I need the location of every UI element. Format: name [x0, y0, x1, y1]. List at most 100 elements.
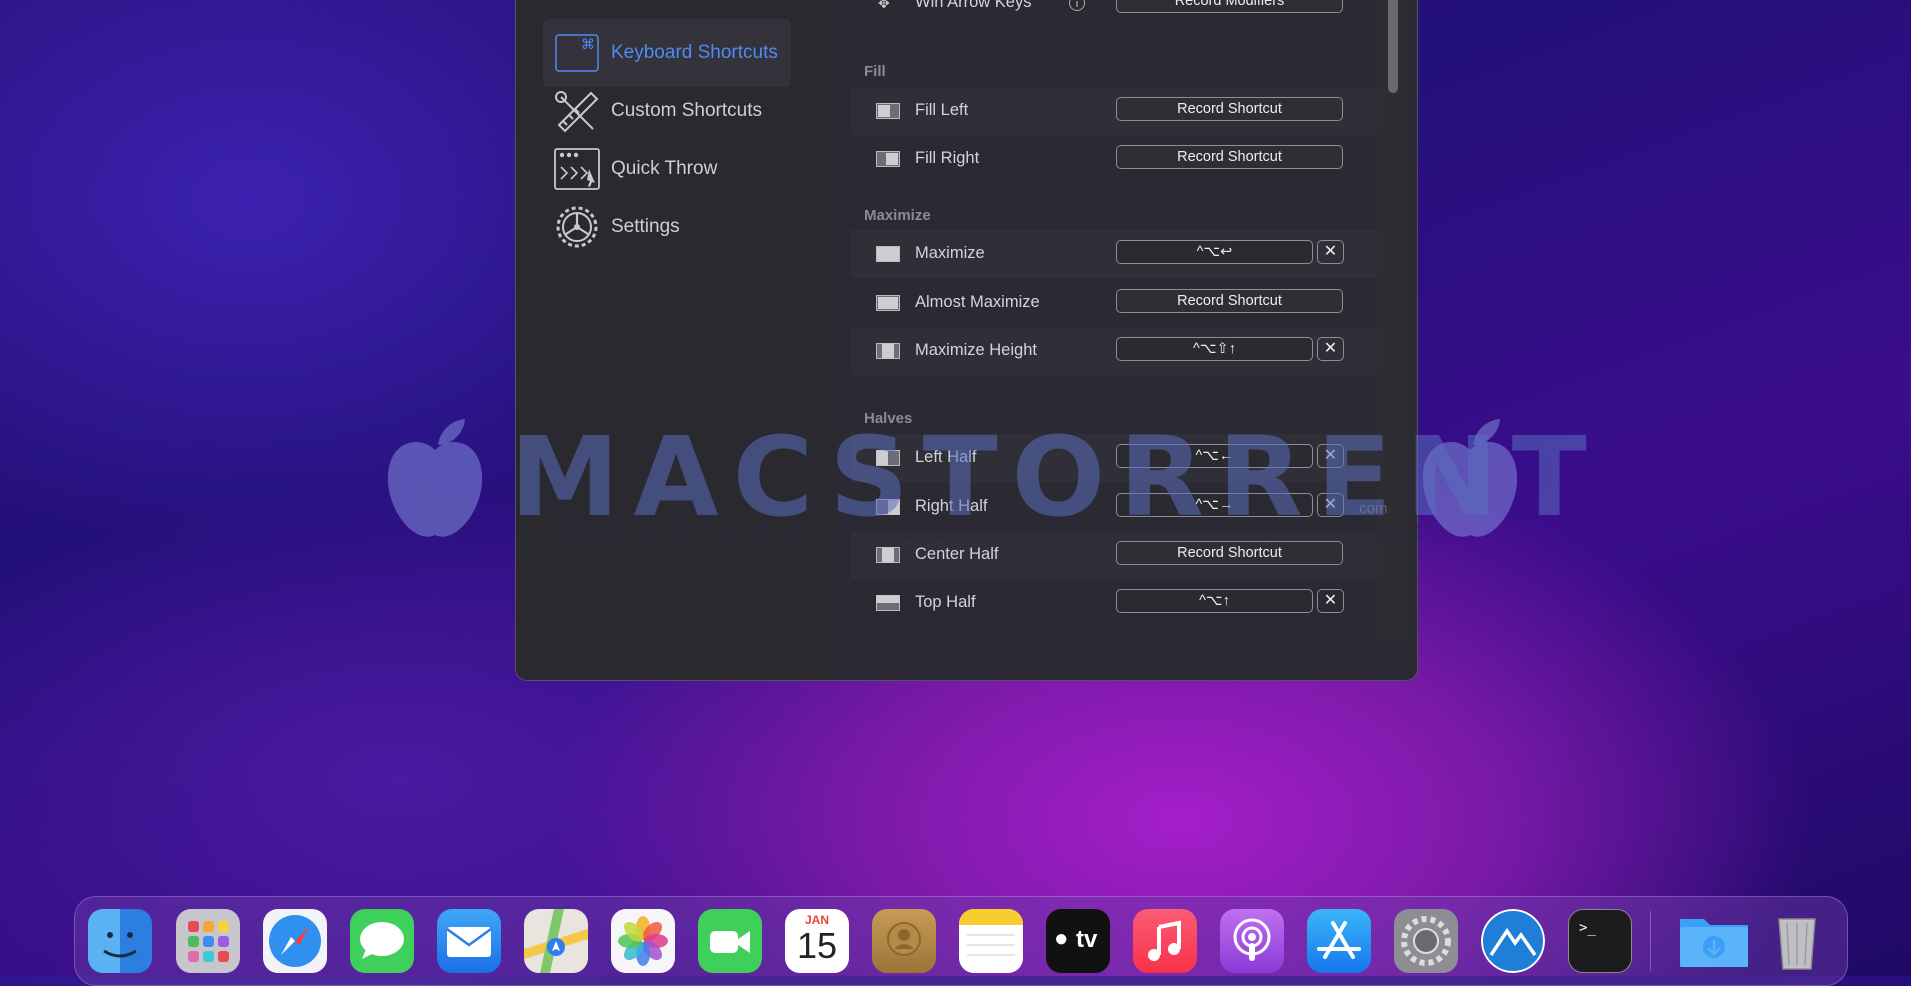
apple-logo-icon: [387, 419, 483, 537]
fill-right-icon: [876, 151, 900, 167]
dock-maps[interactable]: [524, 909, 588, 973]
shortcut-row-maximize-height: Maximize Height ^⌥⇧↑ ✕: [851, 327, 1389, 375]
tv-label: tv: [1076, 926, 1098, 953]
clear-shortcut-button[interactable]: ✕: [1317, 444, 1344, 468]
record-shortcut-button[interactable]: Record Shortcut: [1116, 541, 1343, 565]
shortcut-row-almost-maximize: Almost Maximize Record Shortcut: [851, 279, 1389, 327]
dock: JAN 15 ● tv >_: [74, 896, 1848, 986]
shortcut-field[interactable]: ^⌥⇧↑: [1116, 337, 1313, 361]
shortcut-label: Top Half: [915, 593, 976, 611]
maximize-icon: [876, 246, 900, 262]
dock-system-preferences[interactable]: [1394, 909, 1458, 973]
dock-calendar[interactable]: JAN 15: [785, 909, 849, 973]
shortcut-label: Almost Maximize: [915, 293, 1040, 311]
notes-icon: [959, 909, 1023, 956]
shortcut-label: Center Half: [915, 545, 999, 563]
section-title: Maximize: [864, 207, 931, 224]
dock-launchpad[interactable]: [176, 909, 240, 973]
shortcut-row-center-half: Center Half Record Shortcut: [851, 531, 1389, 579]
dock-podcasts[interactable]: [1220, 909, 1284, 973]
top-half-icon: [876, 595, 900, 611]
shortcut-label: Maximize: [915, 244, 985, 262]
shortcut-label: Right Half: [915, 497, 988, 515]
facetime-icon: [710, 931, 750, 953]
svg-text:⌘: ⌘: [581, 37, 595, 53]
clear-shortcut-button[interactable]: ✕: [1317, 337, 1344, 361]
quick-throw-icon: [554, 148, 600, 190]
record-shortcut-button[interactable]: Record Shortcut: [1116, 289, 1343, 313]
sidebar-item-label: Keyboard Shortcuts: [611, 42, 778, 63]
clear-shortcut-button[interactable]: ✕: [1317, 493, 1344, 517]
shortcut-row-right-half: Right Half ^⌥→ ✕: [851, 483, 1389, 531]
shortcut-row-maximize: Maximize ^⌥↩ ✕: [851, 230, 1389, 278]
shortcut-field[interactable]: ^⌥→: [1116, 493, 1313, 517]
dock-notes[interactable]: [959, 909, 1023, 973]
downloads-folder-icon: [1680, 919, 1748, 967]
podcasts-icon: [1233, 918, 1271, 961]
mountain-icon: [1481, 909, 1545, 973]
finder-icon: [103, 932, 137, 958]
dock-terminal[interactable]: >_: [1568, 909, 1632, 973]
dock-tv[interactable]: ● tv: [1046, 909, 1110, 973]
shortcut-field[interactable]: ^⌥←: [1116, 444, 1313, 468]
shortcut-label: Maximize Height: [915, 341, 1037, 359]
section-title: Fill: [864, 63, 886, 80]
clear-shortcut-button[interactable]: ✕: [1317, 589, 1344, 613]
sidebar-item-label: Custom Shortcuts: [611, 100, 762, 121]
record-shortcut-button[interactable]: Record Shortcut: [1116, 145, 1343, 169]
mail-icon: [446, 927, 492, 957]
shortcut-label: Win Arrow Keys: [915, 0, 1032, 11]
left-half-icon: [876, 450, 900, 466]
right-half-icon: [876, 499, 900, 515]
dock-contacts[interactable]: [872, 909, 936, 973]
tools-icon: [555, 91, 599, 133]
safari-icon: [269, 915, 321, 967]
music-note-icon: [1148, 920, 1181, 961]
record-shortcut-button[interactable]: Record Shortcut: [1116, 97, 1343, 121]
shortcut-row-top-half: Top Half ^⌥↑ ✕: [851, 579, 1389, 627]
shortcuts-list: ✥ Win Arrow Keys i Record Modifiers Fill…: [834, 0, 1417, 680]
fill-left-icon: [876, 103, 900, 119]
dock-mail[interactable]: [437, 909, 501, 973]
scroll-thumb[interactable]: [1388, 0, 1398, 93]
shortcut-row-left-half: Left Half ^⌥← ✕: [851, 434, 1389, 482]
scrollbar[interactable]: [1377, 0, 1407, 639]
terminal-prompt: >_: [1579, 920, 1596, 936]
shortcut-label: Fill Right: [915, 149, 980, 167]
trash-icon: [1778, 918, 1816, 970]
maximize-height-icon: [876, 343, 900, 359]
maps-icon: [524, 909, 588, 973]
dock-downloads[interactable]: [1676, 909, 1752, 973]
dock-separator: [1650, 911, 1651, 971]
info-icon[interactable]: i: [1069, 0, 1085, 11]
command-key-icon: ⌘: [555, 34, 599, 72]
calendar-day: 15: [796, 925, 838, 966]
section-title: Halves: [864, 410, 913, 427]
dock-finder[interactable]: [88, 909, 152, 973]
shortcut-row-fill-right: Fill Right Record Shortcut: [851, 135, 1389, 183]
shortcut-row-win-arrow-keys: ✥ Win Arrow Keys i Record Modifiers: [851, 0, 1389, 31]
shortcut-field[interactable]: ^⌥↩: [1116, 240, 1313, 264]
almost-maximize-icon: [876, 295, 900, 311]
dock-messages[interactable]: [350, 909, 414, 973]
dock-app-store[interactable]: [1307, 909, 1371, 973]
dock-music[interactable]: [1133, 909, 1197, 973]
clear-shortcut-button[interactable]: ✕: [1317, 240, 1344, 264]
dock-safari[interactable]: [263, 909, 327, 973]
sidebar-item-settings[interactable]: Settings: [543, 193, 791, 261]
shortcut-field[interactable]: ^⌥↑: [1116, 589, 1313, 613]
arrow-keys-icon: ✥: [878, 0, 890, 11]
apple-logo-icon: ●: [1054, 925, 1069, 952]
app-window: ⌘ Keyboard Shortcuts Custom Shortcuts Qu…: [515, 0, 1418, 681]
gear-icon: [556, 206, 598, 248]
shortcut-label: Left Half: [915, 448, 977, 466]
messages-icon: [360, 922, 404, 959]
dock-photos[interactable]: [611, 909, 675, 973]
dock-facetime[interactable]: [698, 909, 762, 973]
shortcut-label: Fill Left: [915, 101, 969, 119]
record-modifiers-button[interactable]: Record Modifiers: [1116, 0, 1343, 13]
photos-icon: [618, 916, 668, 966]
dock-trash[interactable]: [1765, 909, 1829, 973]
dock-rectangle-pro[interactable]: [1481, 909, 1545, 973]
launchpad-icon: [188, 921, 229, 962]
